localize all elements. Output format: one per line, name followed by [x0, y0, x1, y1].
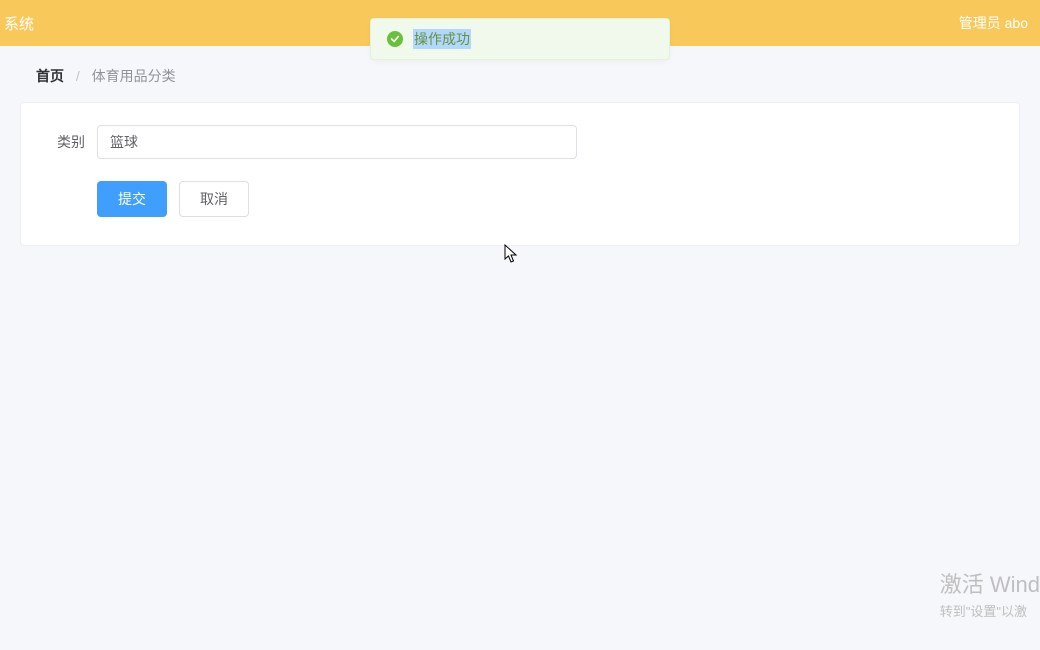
cancel-button[interactable]: 取消	[179, 181, 249, 217]
windows-activation-watermark: 激活 Wind 转到"设置"以激	[940, 567, 1040, 620]
user-label[interactable]: 管理员 abo	[959, 13, 1028, 33]
watermark-sub: 转到"设置"以激	[940, 601, 1040, 620]
system-title: 系统	[0, 13, 34, 34]
category-input[interactable]	[97, 125, 577, 159]
breadcrumb-separator: /	[76, 68, 80, 84]
breadcrumb-current: 体育用品分类	[92, 68, 176, 84]
mouse-cursor-icon	[504, 244, 520, 269]
success-check-icon	[387, 31, 403, 47]
submit-button[interactable]: 提交	[97, 181, 167, 217]
category-row: 类别	[45, 125, 995, 159]
breadcrumb-home[interactable]: 首页	[36, 68, 64, 84]
success-toast: 操作成功	[370, 18, 670, 60]
watermark-title: 激活 Wind	[940, 567, 1040, 599]
category-label: 类别	[45, 132, 97, 152]
button-row: 提交 取消	[45, 181, 995, 217]
form-card: 类别 提交 取消	[20, 102, 1020, 246]
toast-message: 操作成功	[413, 29, 471, 49]
